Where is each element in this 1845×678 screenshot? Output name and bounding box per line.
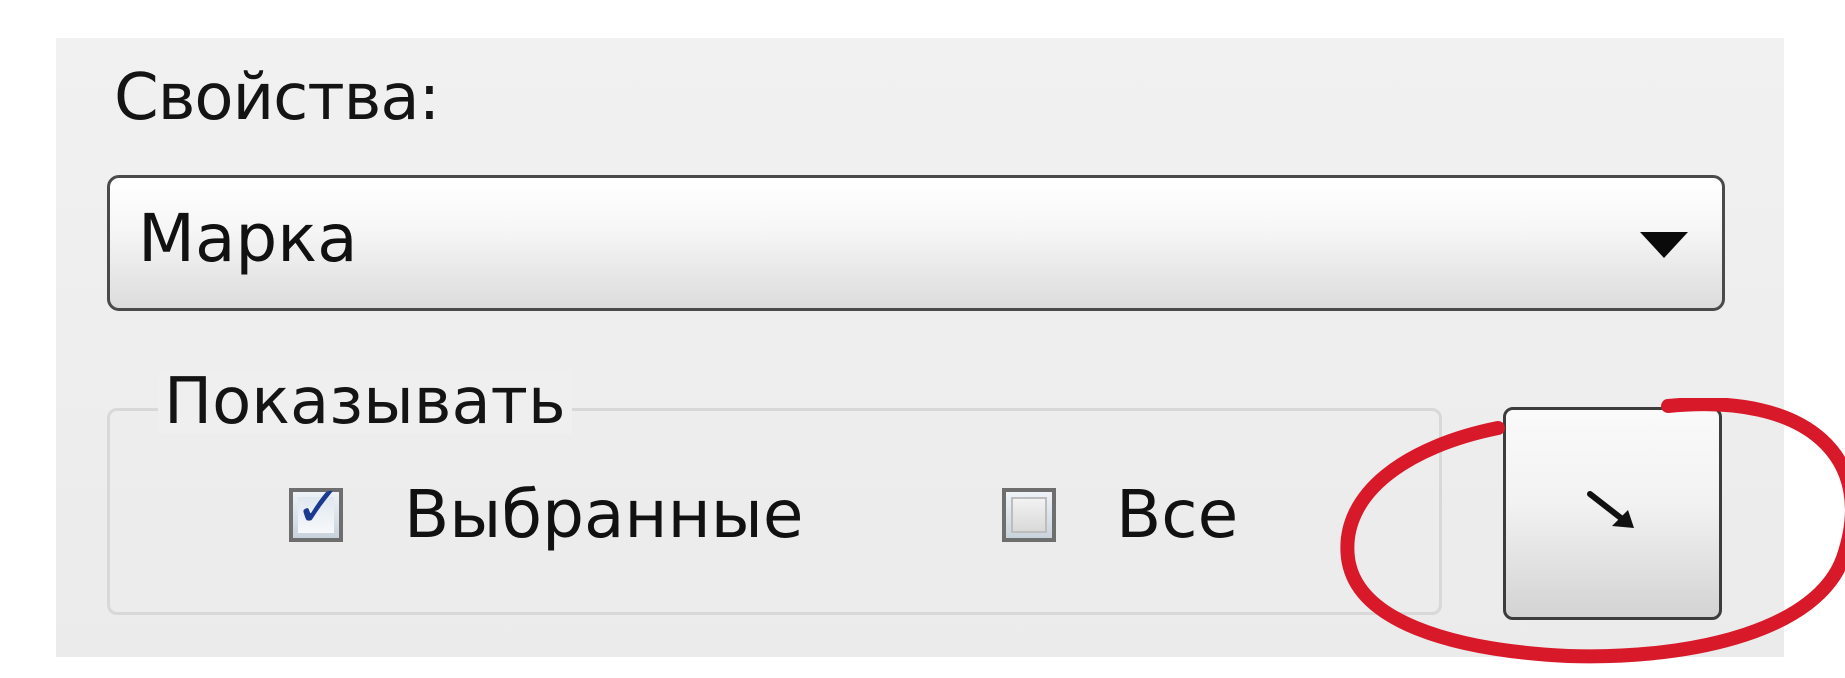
selected-checkbox[interactable]: ✓ (289, 480, 343, 542)
apply-arrow-button[interactable] (1503, 407, 1722, 620)
all-checkbox-label[interactable]: Все (1116, 482, 1238, 548)
checkmark-icon: ✓ (295, 475, 342, 540)
all-checkbox[interactable] (1002, 488, 1056, 542)
properties-label: Свойства: (114, 61, 440, 135)
selected-checkbox-label[interactable]: Выбранные (404, 482, 803, 548)
triangle-down-icon (1640, 232, 1688, 258)
arrow-down-right-icon (1587, 491, 1634, 528)
all-checkbox-inner (1011, 497, 1047, 533)
show-groupbox-legend: Показывать (158, 370, 572, 434)
properties-combobox-value: Марка (138, 200, 358, 277)
properties-combobox[interactable]: Марка (107, 175, 1725, 311)
